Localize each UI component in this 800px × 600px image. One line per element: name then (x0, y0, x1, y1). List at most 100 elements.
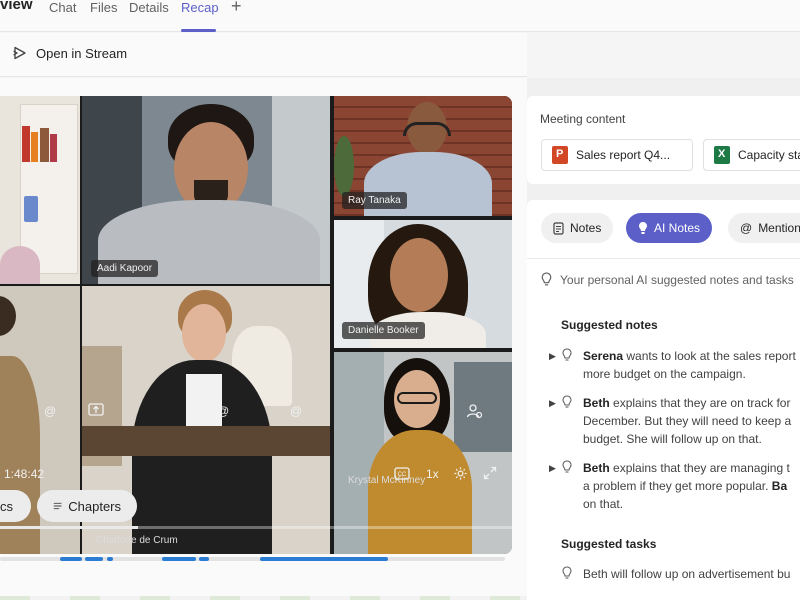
note-speaker: Beth (583, 461, 610, 475)
timeline-segment[interactable] (85, 557, 103, 561)
timeline-segment[interactable] (162, 557, 196, 561)
suggested-note-item[interactable]: ▶ Serena wants to look at the sales repo… (549, 347, 800, 383)
file-chip-capacity[interactable]: X Capacity sta (703, 139, 800, 171)
video-tile-partial-top (0, 96, 80, 284)
transcript-preview-strip (0, 596, 527, 600)
note-speaker: Ba (771, 479, 788, 493)
note-body: more budget on the campaign. (583, 367, 746, 381)
powerpoint-file-icon: P (552, 146, 568, 164)
background-shelf (454, 362, 512, 452)
tab-files[interactable]: Files (90, 0, 117, 15)
note-body: on that. (583, 497, 624, 511)
suggested-task-item[interactable]: Beth will follow up on advertisement bu (549, 565, 800, 585)
tab-speakers-label: cs (0, 498, 13, 514)
suggested-note-text: Beth explains that they are managing t a… (583, 459, 800, 513)
file-name: Sales report Q4... (576, 148, 671, 162)
stream-play-icon (13, 46, 26, 60)
plus-icon[interactable]: + (231, 0, 242, 17)
timeline-segment[interactable] (60, 557, 82, 561)
timeline-segment[interactable] (260, 557, 388, 561)
suggested-tasks-heading: Suggested tasks (561, 537, 657, 551)
share-screen-icon[interactable] (88, 403, 104, 417)
recap-toolbar: Open in Stream (0, 33, 527, 77)
svg-text:CC: CC (398, 472, 407, 478)
participant-name-krystal: Krystal McKinney (348, 475, 426, 486)
face (182, 304, 226, 362)
meeting-recording-player[interactable]: Aadi Kapoor Ray Tanaka Danielle Booker C… (0, 96, 512, 554)
tab-ai-notes-label: AI Notes (654, 221, 701, 235)
recording-pane: Aadi Kapoor Ray Tanaka Danielle Booker C… (0, 78, 527, 600)
note-body: explains that they are managing t (613, 461, 790, 475)
video-tile-aadi: Aadi Kapoor (82, 96, 330, 284)
suggested-note-item[interactable]: ▶ Beth explains that they are on track f… (549, 394, 800, 448)
open-in-stream-button[interactable]: Open in Stream (12, 45, 127, 61)
people-icon[interactable] (466, 403, 482, 419)
bulb-outline-icon (562, 395, 572, 408)
expand-arrow-icon[interactable]: ▶ (549, 459, 556, 477)
tab-speakers[interactable]: cs (0, 490, 31, 522)
ai-hint: Your personal AI suggested notes and tas… (541, 272, 794, 287)
tab-notes-label: Notes (570, 221, 602, 235)
file-name: Capacity sta (738, 148, 800, 162)
seek-bar-progress (0, 526, 139, 529)
tab-notes[interactable]: Notes (541, 213, 614, 243)
mention-icon[interactable]: @ (44, 404, 56, 418)
expand-arrow-icon[interactable]: ▶ (549, 347, 556, 365)
note-speaker: Beth (583, 396, 610, 410)
note-body: budget. She will follow up on that. (583, 432, 762, 446)
desk (82, 426, 330, 456)
participant-name-charlotte: Charlotte de Crum (96, 535, 178, 546)
note-body: December. But they will need to keep a (583, 414, 792, 428)
participant-name-aadi: Aadi Kapoor (91, 260, 159, 277)
person-shoulder (0, 246, 40, 284)
plant (334, 136, 354, 196)
note-body: explains that they are on track for (613, 396, 791, 410)
expand-arrow-icon[interactable]: ▶ (549, 394, 556, 412)
file-chip-sales-report[interactable]: P Sales report Q4... (541, 139, 693, 171)
suggested-task-text: Beth will follow up on advertisement bu (583, 567, 791, 581)
excel-file-icon: X (714, 146, 730, 164)
tab-mentions-label: Mention (758, 221, 800, 235)
bulb-outline-icon (562, 566, 572, 579)
suggested-notes-heading: Suggested notes (561, 318, 658, 332)
tab-mentions[interactable]: @ Mention (728, 213, 800, 243)
mention-icon[interactable]: @ (290, 404, 302, 418)
captions-icon[interactable]: CC (394, 467, 410, 480)
vase (24, 196, 38, 222)
notes-icon (553, 221, 564, 235)
glasses (397, 392, 437, 404)
tab-chat[interactable]: Chat (49, 0, 76, 15)
timeline-segment[interactable] (107, 557, 113, 561)
suggested-note-text: Beth explains that they are on track for… (583, 394, 800, 448)
settings-gear-icon[interactable] (453, 466, 468, 481)
tab-details[interactable]: Details (129, 0, 169, 15)
suggested-note-text: Serena wants to look at the sales report… (583, 347, 800, 383)
bulb-icon (639, 222, 647, 234)
participant-name-danielle: Danielle Booker (342, 322, 425, 339)
person-head (0, 296, 16, 336)
notes-divider (527, 258, 800, 259)
tab-chapters-label: Chapters (68, 498, 121, 514)
jacket (368, 430, 472, 554)
timeline-segment[interactable] (199, 557, 209, 561)
tab-recap[interactable]: Recap (181, 0, 219, 15)
bulb-outline-icon (562, 460, 572, 473)
playback-speed-button[interactable]: 1x (426, 467, 439, 481)
suggested-note-item[interactable]: ▶ Beth explains that they are managing t… (549, 459, 800, 513)
mention-icon[interactable]: @ (217, 404, 229, 418)
fullscreen-icon[interactable] (483, 466, 497, 480)
meeting-content-heading: Meeting content (540, 112, 626, 126)
note-body: a problem if they get more popular. (583, 479, 772, 493)
open-in-stream-label: Open in Stream (36, 45, 128, 61)
elapsed-time: 1:48:42 (4, 467, 45, 481)
meeting-tab-bar: view Chat Files Details Recap + (0, 0, 800, 32)
tab-chapters[interactable]: Chapters (37, 490, 137, 522)
book (22, 126, 30, 162)
active-tab-indicator (181, 29, 216, 32)
ai-hint-text: Your personal AI suggested notes and tas… (560, 272, 794, 287)
book (31, 132, 38, 162)
video-tile-krystal: Krystal McKinney (334, 352, 512, 554)
note-body: wants to look at the sales report (626, 349, 796, 363)
note-speaker: Serena (583, 349, 624, 363)
tab-ai-notes[interactable]: AI Notes (626, 213, 713, 243)
